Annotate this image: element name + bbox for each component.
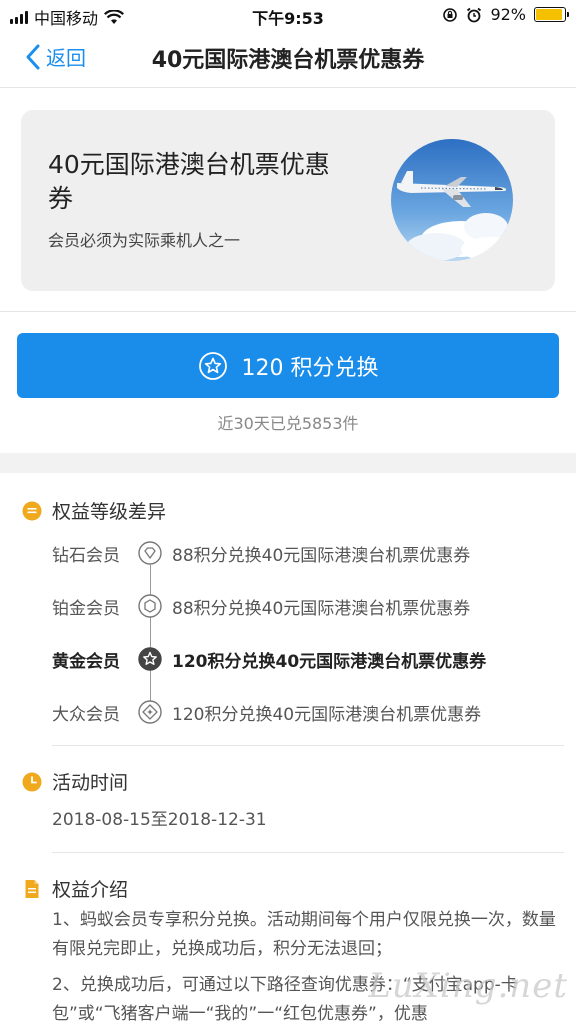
tier-row-regular: 大众会员 120积分兑换40元国际港澳台机票优惠券 (52, 697, 481, 727)
battery-percent: 92% (490, 5, 526, 24)
redeem-button[interactable]: 120 积分兑换 (17, 333, 559, 398)
star-icon (138, 647, 162, 671)
tier-desc: 120积分兑换40元国际港澳台机票优惠券 (172, 704, 482, 725)
tier-row-gold: 黄金会员 120积分兑换40元国际港澳台机票优惠券 (52, 644, 486, 674)
hexagon-icon (138, 594, 162, 618)
diamond-icon (138, 541, 162, 565)
tier-desc: 88积分兑换40元国际港澳台机票优惠券 (172, 545, 471, 566)
tier-row-diamond: 钻石会员 88积分兑换40元国际港澳台机票优惠券 (52, 538, 470, 568)
tier-connector-line (150, 565, 151, 710)
intro-heading-label: 权益介绍 (52, 879, 129, 901)
divider (52, 852, 564, 853)
time-heading: 活动时间 (22, 768, 128, 795)
redeem-label: 120 积分兑换 (241, 355, 379, 381)
tier-row-platinum: 铂金会员 88积分兑换40元国际港澳台机票优惠券 (52, 591, 470, 621)
tier-name: 黄金会员 (52, 651, 120, 672)
battery-icon (534, 7, 569, 22)
diamond-star-icon (138, 700, 162, 724)
airplane-image (391, 139, 513, 261)
star-icon (198, 351, 227, 380)
tier-desc: 88积分兑换40元国际港澳台机票优惠券 (172, 598, 471, 619)
tier-desc: 120积分兑换40元国际港澳台机票优惠券 (172, 651, 487, 672)
tier-name: 大众会员 (52, 704, 120, 725)
intro-heading: 权益介绍 (22, 875, 128, 902)
time-heading-label: 活动时间 (52, 772, 129, 794)
activity-dates: 2018-08-15至2018-12-31 (52, 810, 267, 830)
tiers-heading-label: 权益等级差异 (52, 501, 167, 523)
coupon-subtitle: 会员必须为实际乘机人之一 (48, 231, 241, 250)
redeem-count-note: 近30天已兑5853件 (217, 414, 359, 433)
intro-paragraph-1: 1、蚂蚁会员专享积分兑换。活动期间每个用户仅限兑换一次，数量有限兑完即止，兑换成… (52, 910, 556, 959)
section-gap (0, 453, 576, 473)
document-icon (25, 879, 39, 898)
tier-name: 铂金会员 (52, 598, 120, 619)
tiers-heading: 权益等级差异 (22, 497, 166, 524)
tier-name: 钻石会员 (52, 545, 120, 566)
alarm-icon (467, 7, 482, 22)
lock-rotation-icon (443, 7, 458, 22)
clock-icon (22, 772, 42, 791)
battery-level (536, 9, 562, 20)
divider (52, 745, 564, 746)
coupon-card: 40元国际港澳台机票优惠券 会员必须为实际乘机人之一 (21, 110, 555, 291)
status-bar: 中国移动 下午9:53 92% (0, 0, 576, 30)
chat-bubble-icon (22, 501, 42, 520)
page-title: 40元国际港澳台机票优惠券 (151, 48, 425, 73)
coupon-title: 40元国际港澳台机票优惠券 (48, 150, 330, 213)
watermark: LuXing.net (368, 966, 568, 1006)
divider (0, 311, 576, 312)
nav-bar: 返回 40元国际港澳台机票优惠券 (0, 30, 576, 88)
status-right: 92% (442, 5, 569, 24)
